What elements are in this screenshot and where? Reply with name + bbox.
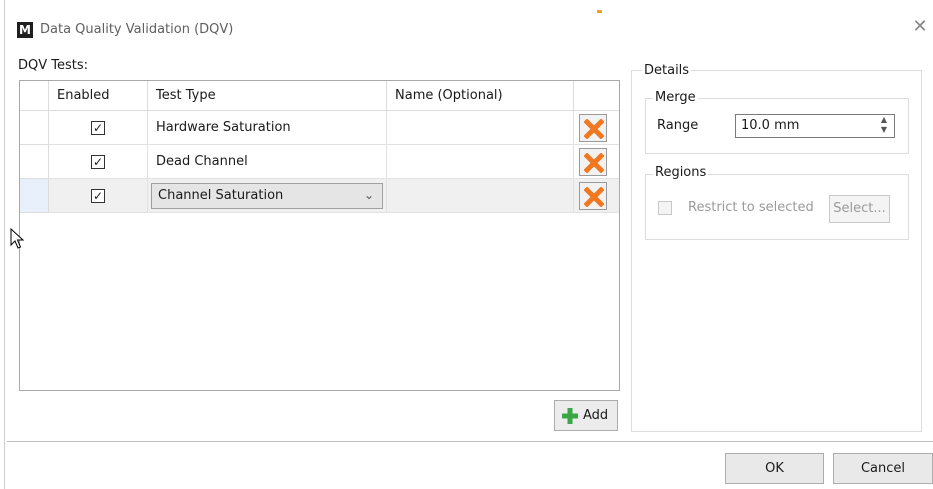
range-label: Range (657, 118, 699, 133)
column-header-name[interactable]: Name (Optional) (387, 81, 574, 111)
title-accent-mark (597, 10, 602, 13)
plus-icon (562, 408, 578, 424)
enabled-checkbox[interactable]: ✓ (91, 189, 105, 203)
column-header-test-type[interactable]: Test Type (148, 81, 387, 111)
name-cell[interactable] (387, 179, 574, 213)
close-icon: ✕ (912, 16, 928, 37)
window-left-edge (4, 0, 5, 489)
test-type-cell[interactable]: Hardware Saturation (148, 111, 387, 145)
window-title: Data Quality Validation (DQV) (40, 22, 234, 37)
add-test-button[interactable]: Add (554, 400, 618, 431)
name-cell[interactable] (387, 145, 574, 179)
merge-group-label: Merge (653, 90, 698, 105)
delete-test-button[interactable] (579, 182, 607, 210)
delete-x-icon (584, 153, 604, 173)
row-header[interactable] (20, 145, 49, 179)
delete-test-button[interactable] (579, 114, 607, 142)
range-spinbox[interactable]: 10.0 mm (735, 114, 895, 138)
row-header[interactable] (20, 111, 49, 145)
row-header[interactable] (20, 179, 49, 213)
range-value: 10.0 mm (741, 118, 800, 133)
restrict-to-selected-label: Restrict to selected (688, 200, 814, 215)
test-type-cell[interactable]: Channel Saturation ⌄ (148, 179, 387, 213)
column-header-enabled[interactable]: Enabled (49, 81, 148, 111)
mouse-cursor-icon (10, 228, 24, 249)
enabled-checkbox[interactable]: ✓ (91, 121, 105, 135)
enabled-checkbox[interactable]: ✓ (91, 155, 105, 169)
test-type-cell[interactable]: Dead Channel (148, 145, 387, 179)
select-regions-button[interactable]: Select... (829, 195, 890, 223)
footer-divider (7, 441, 933, 442)
regions-group-label: Regions (653, 165, 709, 180)
spin-down-icon[interactable]: ▼ (876, 125, 892, 135)
ok-button[interactable]: OK (725, 453, 824, 484)
restrict-to-selected-checkbox[interactable] (658, 201, 672, 215)
corner-header (20, 81, 49, 111)
test-type-dropdown[interactable]: Channel Saturation ⌄ (151, 183, 383, 209)
dqv-tests-grid: Enabled Test Type Name (Optional) ✓ Hardw… (19, 80, 620, 391)
delete-x-icon (584, 187, 604, 207)
cancel-button[interactable]: Cancel (833, 453, 933, 484)
range-spinner[interactable]: ▲ ▼ (876, 115, 892, 137)
add-test-label: Add (583, 408, 609, 423)
test-type-value: Channel Saturation (158, 188, 284, 203)
chevron-down-icon: ⌄ (363, 188, 374, 202)
spin-up-icon[interactable]: ▲ (876, 115, 892, 125)
delete-test-button[interactable] (579, 148, 607, 176)
close-button[interactable]: ✕ (910, 17, 930, 37)
details-group-label: Details (642, 63, 692, 78)
delete-x-icon (584, 119, 604, 139)
column-header-actions (574, 81, 619, 111)
name-cell[interactable] (387, 111, 574, 145)
app-logo-icon: M (17, 22, 33, 38)
dqv-tests-label: DQV Tests: (18, 58, 89, 73)
